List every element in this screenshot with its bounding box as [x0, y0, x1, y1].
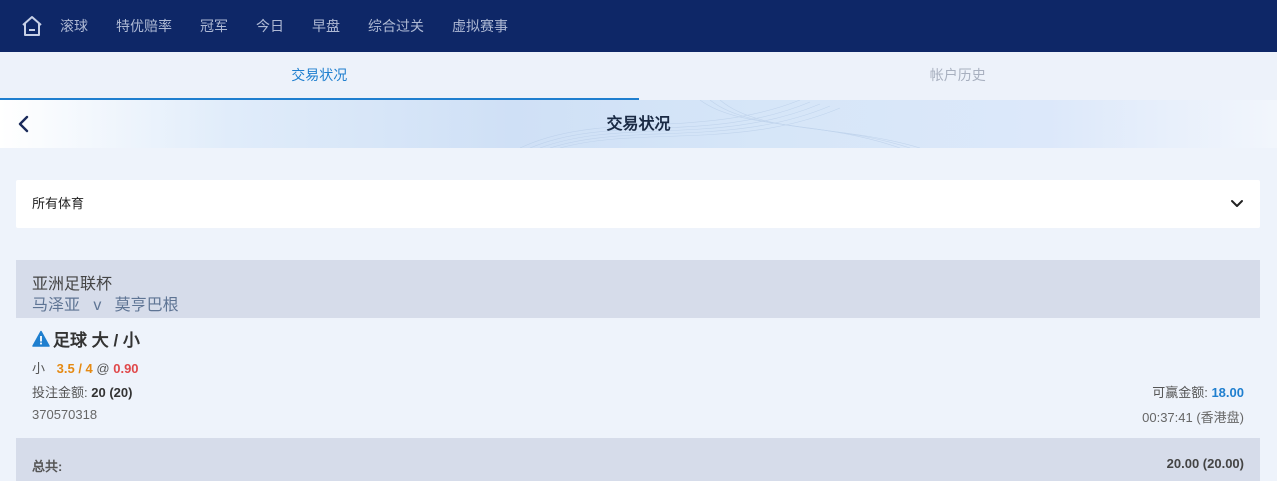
total-row: 总共: 20.00 (20.00): [16, 438, 1260, 481]
bet-odds: 0.90: [113, 361, 139, 376]
stake-row: 投注金额: 20 (20): [32, 382, 132, 401]
bet-at-symbol: @: [96, 361, 110, 376]
tab-bar: 交易状况 帐户历史: [0, 52, 1277, 100]
league-header: 亚洲足联杯 马泽亚 v 莫亨巴根: [16, 260, 1260, 318]
nav-item-live[interactable]: 滚球: [60, 16, 88, 36]
nav-item-virtual[interactable]: 虚拟赛事: [452, 16, 508, 36]
total-value: 20.00 (20.00): [1166, 456, 1244, 471]
stake-value: 20 (20): [91, 385, 133, 400]
bet-selection: 小: [32, 361, 46, 376]
nav-item-early[interactable]: 早盘: [312, 16, 340, 36]
warning-icon: [32, 330, 50, 347]
top-nav: 滚球 特优赔率 冠军 今日 早盘 综合过关 虚拟赛事: [0, 0, 1277, 52]
nav-item-parlay[interactable]: 综合过关: [368, 16, 424, 36]
chevron-down-icon: [1231, 200, 1243, 207]
tab-bet-status[interactable]: 交易状况: [0, 52, 639, 100]
home-icon[interactable]: [19, 13, 45, 39]
sport-filter-select[interactable]: 所有体育: [16, 180, 1260, 228]
bet-selection-row: 小 3.5 / 4 @ 0.90: [32, 358, 139, 377]
tab-account-history[interactable]: 帐户历史: [639, 52, 1277, 100]
bet-title: 足球 大 / 小: [53, 331, 140, 350]
sport-filter-value: 所有体育: [32, 196, 85, 211]
nav-item-special-odds[interactable]: 特优赔率: [116, 16, 172, 36]
match-teams: 马泽亚 v 莫亨巴根: [32, 297, 179, 314]
total-label: 总共:: [32, 459, 63, 474]
nav-item-outright[interactable]: 冠军: [200, 16, 228, 36]
win-label: 可赢金额:: [1152, 385, 1208, 400]
page-title: 交易状况: [606, 116, 671, 133]
bet-title-row: 足球 大 / 小: [32, 326, 140, 351]
sub-header: 交易状况: [0, 100, 1277, 148]
win-value: 18.00: [1211, 385, 1244, 400]
stake-label: 投注金额:: [32, 385, 88, 400]
nav-item-today[interactable]: 今日: [256, 16, 284, 36]
ticket-id: 370570318: [32, 407, 98, 422]
win-row: 可赢金额: 18.00: [1152, 382, 1244, 401]
bet-handicap: 3.5 / 4: [56, 361, 93, 376]
bet-time: 00:37:41 (香港盘): [1142, 410, 1244, 425]
bet-item: 足球 大 / 小 小 3.5 / 4 @ 0.90 投注金额: 20 (20) …: [16, 318, 1260, 438]
